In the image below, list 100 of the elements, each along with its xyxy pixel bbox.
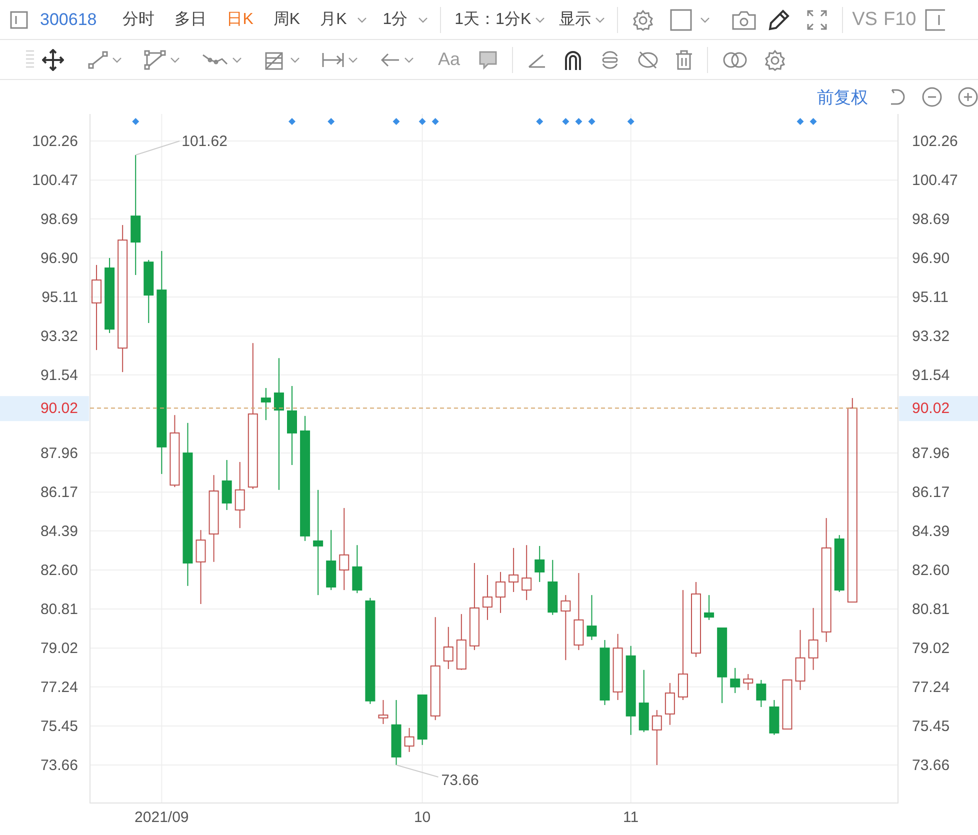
square-icon[interactable]: [670, 8, 692, 30]
eye-off-icon[interactable]: [637, 48, 660, 70]
move-icon[interactable]: [42, 48, 64, 70]
undo-icon[interactable]: [888, 88, 906, 106]
y-axis-label: 98.69: [40, 210, 78, 228]
low-price-label: 73.66: [441, 772, 479, 790]
event-marker[interactable]: [418, 118, 426, 125]
settings-icon[interactable]: [632, 8, 654, 30]
y-axis-label: 87.96: [912, 445, 950, 462]
dropdown-button[interactable]: 1天：1分K: [454, 9, 532, 30]
event-marker[interactable]: [796, 118, 804, 125]
period-tab[interactable]: 周K: [273, 9, 300, 30]
camera-icon[interactable]: [732, 10, 756, 30]
zoom-out-icon[interactable]: [922, 87, 942, 107]
price-tag: 90.02: [912, 400, 950, 418]
pencil-icon[interactable]: [768, 8, 790, 30]
event-marker[interactable]: [627, 118, 634, 125]
event-marker[interactable]: [536, 118, 544, 125]
y-axis-label: 77.24: [912, 678, 950, 696]
line-tool-icon[interactable]: [88, 50, 108, 70]
candlestick: [326, 530, 336, 591]
zoom-in-icon[interactable]: [958, 87, 978, 107]
drag-handle-icon[interactable]: [26, 48, 34, 70]
y-axis-label: 96.90: [40, 250, 78, 267]
measure-tool-icon[interactable]: [322, 50, 344, 68]
y-axis-label: 102.26: [32, 133, 78, 150]
y-axis-label: 96.90: [912, 250, 950, 267]
y-axis-label: 80.81: [40, 601, 78, 618]
leader-line: [135, 140, 180, 156]
y-axis-label: 82.60: [40, 562, 78, 579]
event-marker[interactable]: [392, 118, 400, 125]
y-axis-label: 73.66: [40, 757, 78, 774]
caret-icon[interactable]: [595, 16, 606, 22]
link-circles-icon[interactable]: [722, 50, 748, 68]
y-axis-label: 79.02: [40, 640, 78, 658]
settings-icon[interactable]: [764, 48, 786, 70]
period-tab[interactable]: 月K: [320, 9, 347, 30]
y-axis-label: 86.17: [40, 484, 78, 502]
caret-icon[interactable]: [535, 16, 546, 22]
panel-toggle-icon[interactable]: [925, 8, 946, 30]
caret-icon[interactable]: [700, 16, 710, 22]
period-tab[interactable]: 多日: [174, 9, 207, 30]
y-axis-label: 73.66: [912, 757, 950, 774]
caret-icon[interactable]: [290, 56, 300, 62]
leader-line: [396, 764, 439, 778]
high-price-label: 101.62: [182, 132, 228, 150]
stock-code[interactable]: 300618: [40, 10, 97, 30]
polygon-tool-icon[interactable]: [144, 50, 166, 70]
candlestick: [391, 700, 402, 766]
fullscreen-icon[interactable]: [806, 8, 828, 30]
caret-icon[interactable]: [404, 56, 414, 62]
event-marker[interactable]: [575, 118, 582, 125]
y-axis-label: 100.47: [32, 172, 78, 190]
y-axis-label: 91.54: [912, 366, 950, 384]
event-marker[interactable]: [562, 118, 570, 125]
y-axis-label: 93.32: [912, 328, 950, 346]
candlestick: [417, 694, 428, 746]
price-tag: 90.02: [40, 400, 78, 418]
y-axis-label: 75.45: [912, 718, 950, 735]
event-marker[interactable]: [588, 118, 596, 125]
candlestick: [586, 594, 597, 641]
y-axis-label: 80.81: [912, 601, 950, 618]
y-axis-label: 87.96: [40, 445, 78, 462]
candlestick: [534, 545, 545, 582]
y-axis-label: 102.26: [912, 133, 958, 150]
candlestick: [808, 607, 818, 670]
y-axis-label: 98.69: [912, 210, 950, 228]
event-marker[interactable]: [328, 118, 335, 125]
caret-icon[interactable]: [356, 16, 367, 22]
y-axis-label: 95.11: [42, 289, 78, 306]
adjustment-link[interactable]: 前复权: [817, 86, 868, 108]
period-tab[interactable]: 分时: [122, 9, 155, 30]
y-axis-label: 79.02: [912, 640, 950, 658]
caret-icon[interactable]: [112, 56, 122, 62]
y-axis-label: 95.11: [912, 289, 948, 306]
caret-icon[interactable]: [232, 56, 242, 62]
caret-icon[interactable]: [348, 56, 358, 62]
x-axis-label: 10: [414, 809, 431, 826]
trash-icon[interactable]: [675, 50, 694, 70]
caret-icon[interactable]: [418, 16, 428, 22]
y-axis-label: 77.24: [40, 678, 78, 696]
y-axis-label: 93.32: [40, 328, 78, 346]
comment-icon[interactable]: [478, 50, 498, 70]
panel-toggle-icon[interactable]: [10, 10, 28, 28]
magnet-icon[interactable]: [563, 48, 584, 70]
event-marker[interactable]: [132, 118, 140, 125]
y-axis-label: 86.17: [912, 484, 950, 502]
x-axis-label: 2021/09: [134, 809, 189, 826]
period-tab[interactable]: 1分: [382, 9, 408, 30]
arrow-left-icon[interactable]: [380, 52, 400, 68]
y-axis-label: 100.47: [912, 172, 958, 190]
x-axis-label: 11: [623, 809, 639, 826]
y-axis-label: 75.45: [40, 718, 78, 735]
caret-icon[interactable]: [170, 56, 180, 62]
dropdown-button[interactable]: 显示: [559, 9, 592, 30]
y-axis-label: 82.60: [912, 562, 950, 579]
event-marker[interactable]: [810, 118, 817, 125]
y-axis-label: 84.39: [40, 522, 78, 540]
event-marker[interactable]: [432, 118, 439, 125]
event-marker[interactable]: [288, 118, 296, 125]
